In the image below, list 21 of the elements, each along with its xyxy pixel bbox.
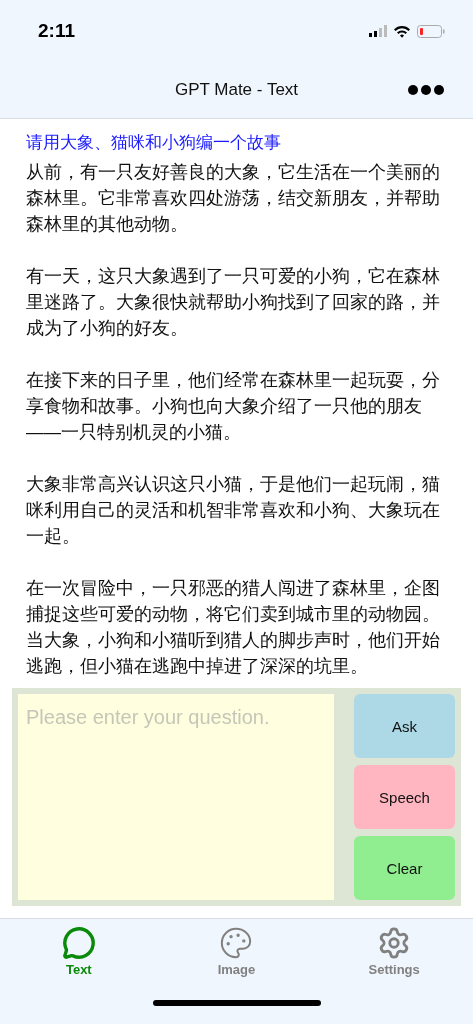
- action-button[interactable]: Speech: [354, 765, 455, 829]
- tab[interactable]: Image: [176, 925, 297, 978]
- action-button[interactable]: Clear: [354, 836, 455, 900]
- answer-paragraph: 有一天，这只大象遇到了一只可爱的小狗，它在森林里迷路了。大象很快就帮助小狗找到了回家的路，并成为了小狗的好友。: [26, 265, 441, 340]
- battery-icon: [417, 24, 445, 38]
- answer-paragraph: 在接下来的日子里，他们经常在森林里一起玩耍，分享食物和故事。小狗也向大象介绍了一只他的朋友——一只特别机灵的小猫。: [26, 369, 441, 444]
- palette-icon: [219, 926, 254, 960]
- answer-paragraph: 在一次冒险中，一只邪恶的猎人闯进了森林里，企图捕捉这些可爱的动物，将它们卖到城市里的动物园。当大象，小狗和小猫听到猎人的脚步声时，他们开始逃跑，但小猫在逃跑中掉进了深深的坑里。: [26, 577, 441, 678]
- answer-paragraph: 从前，有一只友好善良的大象，它生活在一个美丽的森林里。它非常喜欢四处游荡，结交新朋友，并帮助森林里的其他动物。: [26, 161, 441, 236]
- window-title: GPT Mate - Text: [174, 80, 299, 100]
- question-field[interactable]: Please enter your question.: [18, 694, 334, 900]
- status-time: 2:11: [38, 20, 75, 42]
- question-text: 请用大象、猫咪和小狗编一个故事: [26, 132, 282, 154]
- more-icon[interactable]: [407, 84, 445, 96]
- answer-paragraph: 大象非常高兴认识这只小猫，于是他们一起玩闹，猫咪利用自己的灵活和机智非常喜欢和小狗、大象玩在一起。: [26, 473, 441, 548]
- tab[interactable]: Settings: [334, 925, 455, 978]
- signal-icon: [369, 25, 387, 37]
- chat-icon: [61, 926, 96, 960]
- wifi-icon: [393, 24, 411, 38]
- action-button[interactable]: Ask: [354, 694, 455, 758]
- tab[interactable]: Text: [18, 925, 139, 978]
